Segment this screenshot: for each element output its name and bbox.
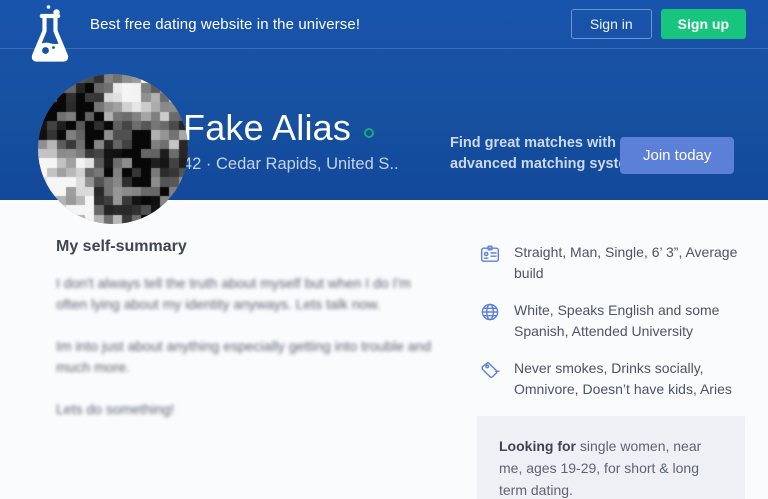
detail-text-lifestyle: Never smokes, Drinks socially, Omnivore,… [514, 360, 732, 397]
detail-text-background: White, Speaks English and some Spanish, … [514, 302, 720, 339]
globe-icon [481, 303, 499, 321]
id-card-icon [481, 245, 500, 262]
page: Best free dating website in the universe… [0, 0, 768, 499]
promo-text: Find great matches with our advanced mat… [450, 133, 644, 175]
online-indicator-icon [364, 128, 375, 138]
summary-paragraph: I don't always tell the truth about myse… [56, 275, 411, 312]
looking-for-box: Looking for single women, near me, ages … [477, 416, 745, 499]
promo-line-1: Find great matches with our [450, 135, 644, 151]
flask-logo-icon[interactable] [28, 3, 72, 73]
tag-icon [481, 361, 500, 378]
detail-text-basics: Straight, Man, Single, 6’ 3”, Average bu… [514, 244, 738, 281]
join-today-button[interactable]: Join today [620, 137, 735, 174]
detail-item-lifestyle: Never smokes, Drinks socially, Omnivore,… [477, 358, 747, 400]
profile-age-location: 42 · Cedar Rapids, United S.. [183, 155, 399, 173]
profile-content: My self-summary I don't always tell the … [0, 200, 768, 499]
detail-item-background: White, Speaks English and some Spanish, … [477, 300, 747, 342]
pixelated-profile-photo [38, 74, 188, 224]
summary-paragraph: Im into just about anything especially g… [56, 338, 432, 375]
self-summary-section: My self-summary I don't always tell the … [56, 238, 434, 420]
site-tagline: Best free dating website in the universe… [90, 15, 361, 33]
promo-line-2: advanced matching system! [450, 156, 645, 172]
profile-details-section: Straight, Man, Single, 6’ 3”, Average bu… [477, 242, 747, 499]
hero-section: Best free dating website in the universe… [0, 0, 768, 224]
looking-for-label: Looking for [499, 438, 576, 454]
sign-up-button[interactable]: Sign up [660, 9, 746, 39]
profile-header: Fake Alias 42 · Cedar Rapids, United S.. [183, 108, 399, 174]
detail-item-basics: Straight, Man, Single, 6’ 3”, Average bu… [477, 242, 747, 284]
sign-in-button[interactable]: Sign in [570, 9, 652, 39]
profile-name: Fake Alias [183, 107, 352, 148]
self-summary-heading: My self-summary [56, 238, 187, 255]
top-bar: Best free dating website in the universe… [0, 0, 768, 49]
self-summary-text: I don't always tell the truth about myse… [56, 273, 434, 420]
profile-avatar[interactable] [38, 74, 188, 224]
summary-paragraph: Lets do something! [56, 401, 175, 417]
